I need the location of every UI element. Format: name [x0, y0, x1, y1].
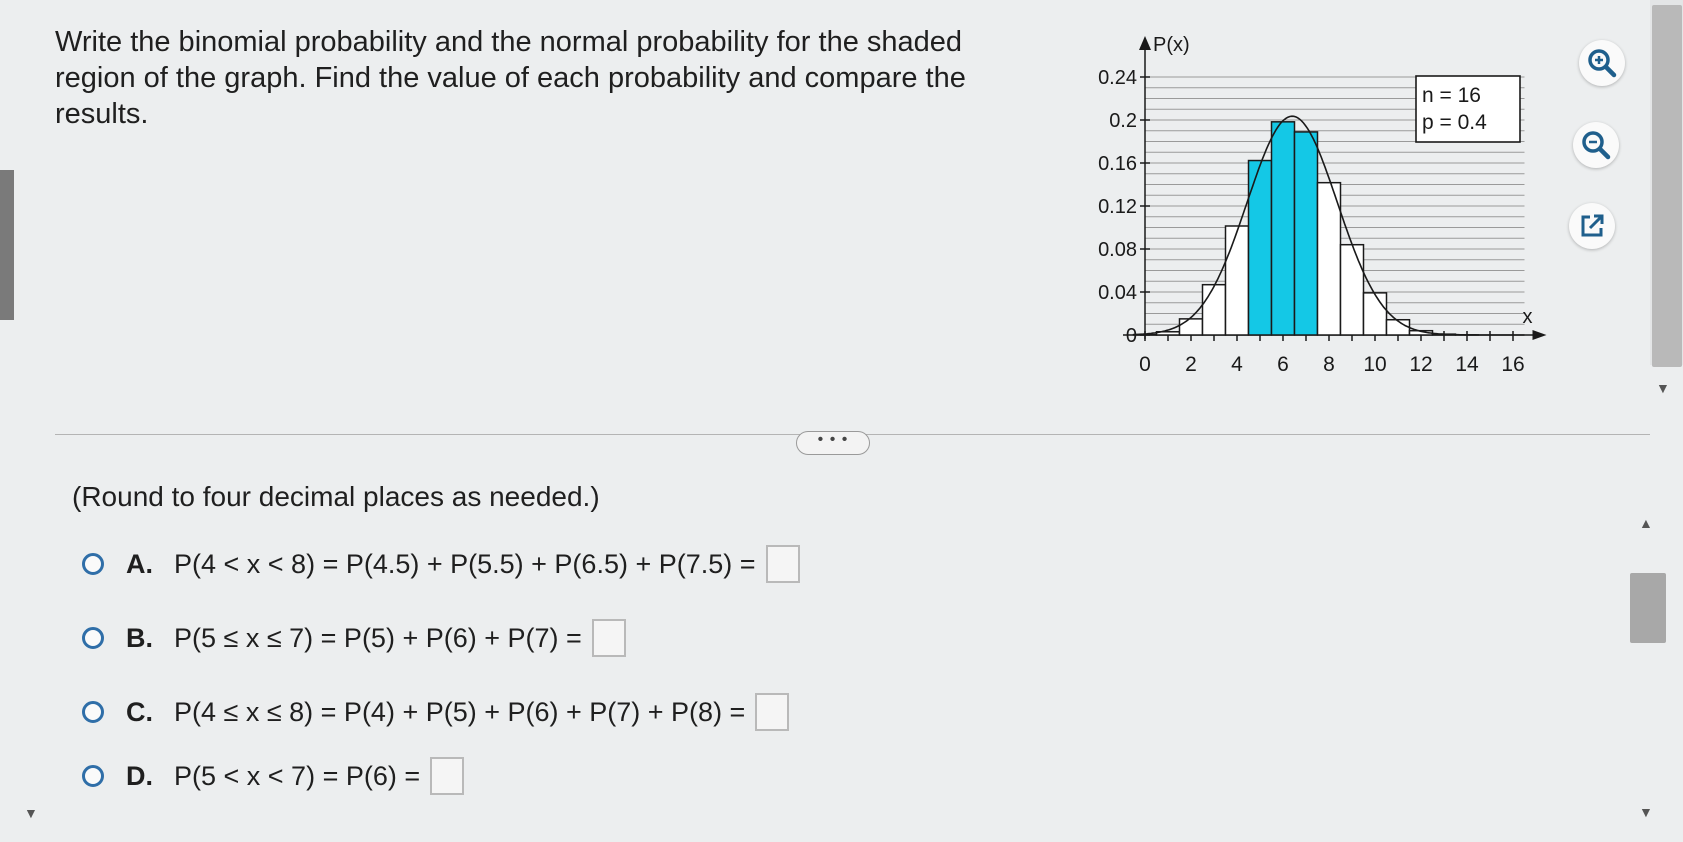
histogram-bar: [1270, 121, 1296, 336]
x-tick-label: 0: [1139, 353, 1151, 376]
option-letter: B.: [126, 622, 153, 653]
y-tick-label: 0.2: [1109, 110, 1137, 132]
left-edge-strip: [0, 170, 14, 320]
scroll-down-arrow-icon[interactable]: ▼: [24, 805, 38, 821]
option-expression: P(5 < x < 7) = P(6) =: [174, 760, 421, 791]
option-a[interactable]: A. P(4 < x < 8) = P(4.5) + P(5.5) + P(6.…: [82, 544, 800, 584]
radio-option-d[interactable]: [82, 765, 104, 787]
question-scrollbar-thumb[interactable]: [1652, 5, 1682, 367]
x-tick-label: 10: [1363, 353, 1386, 376]
x-tick-label: 2: [1185, 353, 1197, 376]
histogram-bar: [1201, 283, 1227, 336]
x-axis-arrow: [1532, 330, 1547, 340]
y-axis-arrow: [1139, 36, 1151, 50]
legend-entry: p = 0.4: [1422, 111, 1487, 134]
option-d[interactable]: D. P(5 < x < 7) = P(6) =: [82, 756, 465, 796]
histogram-bar: [1178, 318, 1204, 336]
option-letter: C.: [126, 696, 153, 727]
option-letter: D.: [126, 760, 153, 791]
option-expression: P(4 ≤ x ≤ 8) = P(4) + P(5) + P(6) + P(7)…: [174, 696, 746, 727]
option-expression: P(5 ≤ x ≤ 7) = P(5) + P(6) + P(7) =: [174, 622, 582, 653]
answer-input-b[interactable]: [591, 619, 626, 657]
x-tick-label: 16: [1501, 353, 1524, 376]
histogram-bar: [1362, 292, 1388, 336]
y-tick-label: 0.24: [1098, 67, 1137, 89]
x-tick-label: 4: [1231, 353, 1243, 376]
binomial-histogram-chart: P(x) x 0 0.04 0.08 0.12 0.16 0.2 0.24 0 2 4 6 8 10 12 14…: [1098, 34, 1547, 376]
radio-option-a[interactable]: [82, 553, 104, 575]
x-tick-label: 14: [1455, 353, 1479, 376]
zoom-in-icon: [1588, 49, 1617, 78]
zoom-out-icon: [1582, 131, 1611, 160]
histogram-bar: [1293, 131, 1319, 336]
option-expression: P(4 < x < 8) = P(4.5) + P(5.5) + P(6.5) …: [174, 548, 756, 579]
x-tick-label: 8: [1323, 353, 1335, 376]
zoom-out-button[interactable]: [1573, 122, 1619, 168]
answer-input-a[interactable]: [765, 545, 800, 583]
histogram-bar: [1316, 181, 1342, 336]
rounding-instructions: (Round to four decimal places as needed.…: [72, 481, 600, 512]
answer-input-c[interactable]: [755, 693, 790, 731]
scroll-down-arrow-icon[interactable]: ▼: [1656, 380, 1670, 396]
scroll-down-arrow-icon[interactable]: ▼: [1639, 804, 1653, 820]
histogram-bar: [1385, 318, 1411, 336]
answers-scrollbar-thumb[interactable]: [1630, 573, 1666, 643]
radio-option-b[interactable]: [82, 627, 104, 649]
y-tick-label: 0.16: [1098, 153, 1137, 175]
histogram-bar: [1339, 243, 1365, 336]
y-axis-label: P(x): [1153, 34, 1190, 56]
expand-more-button[interactable]: • • •: [796, 431, 870, 455]
x-tick-label: 6: [1277, 353, 1289, 376]
popout-button[interactable]: [1569, 203, 1615, 249]
y-tick-label: 0.12: [1098, 196, 1137, 218]
option-b[interactable]: B. P(5 ≤ x ≤ 7) = P(5) + P(6) + P(7) =: [82, 618, 626, 658]
question-text: Write the binomial probability and the n…: [55, 26, 966, 130]
y-tick-label: 0.08: [1098, 239, 1137, 261]
option-letter: A.: [126, 548, 153, 579]
y-tick-label: 0: [1126, 325, 1137, 347]
legend-entry: n = 16: [1422, 84, 1481, 107]
option-c[interactable]: C. P(4 ≤ x ≤ 8) = P(4) + P(5) + P(6) + P…: [82, 692, 790, 732]
x-axis-label: x: [1523, 306, 1533, 328]
scroll-up-arrow-icon[interactable]: ▲: [1639, 515, 1653, 531]
histogram-bar: [1224, 225, 1250, 336]
answer-input-d[interactable]: [430, 757, 465, 795]
radio-option-c[interactable]: [82, 701, 104, 723]
x-tick-label: 12: [1409, 353, 1432, 376]
external-link-icon: [1581, 214, 1604, 237]
zoom-in-button[interactable]: [1579, 40, 1625, 86]
y-tick-label: 0.04: [1098, 282, 1137, 304]
